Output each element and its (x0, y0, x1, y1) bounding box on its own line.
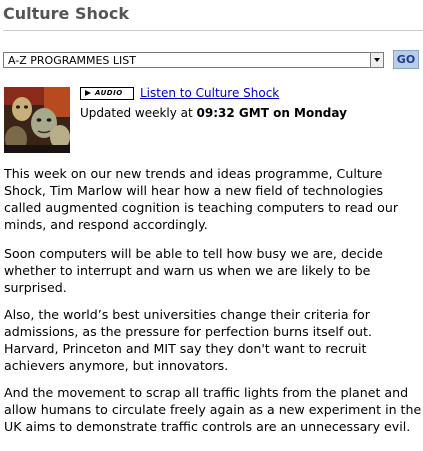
description-paragraph: Soon computers will be able to tell how … (4, 246, 383, 295)
chevron-down-icon[interactable] (370, 53, 383, 67)
programmes-select-value: A-Z PROGRAMMES LIST (8, 54, 136, 67)
description-paragraph: This week on our new trends and ideas pr… (4, 166, 399, 232)
go-button[interactable]: GO (393, 50, 419, 69)
title-divider (3, 30, 423, 31)
update-time: 09:32 GMT on Monday (196, 106, 347, 120)
update-prefix: Updated weekly at (80, 106, 197, 120)
audio-badge-label: AUDIO (95, 89, 123, 97)
page-title: Culture Shock (3, 4, 129, 23)
programme-thumbnail (4, 87, 70, 153)
description-paragraph: Also, the world’s best universities chan… (4, 307, 372, 373)
play-icon (85, 90, 91, 96)
listen-link[interactable]: Listen to Culture Shock (140, 86, 279, 101)
audio-badge[interactable]: AUDIO (80, 87, 134, 100)
programmes-select[interactable]: A-Z PROGRAMMES LIST (3, 52, 384, 68)
update-schedule: Updated weekly at 09:32 GMT on Monday (80, 106, 347, 121)
description-paragraph: And the movement to scrap all traffic li… (4, 385, 422, 434)
